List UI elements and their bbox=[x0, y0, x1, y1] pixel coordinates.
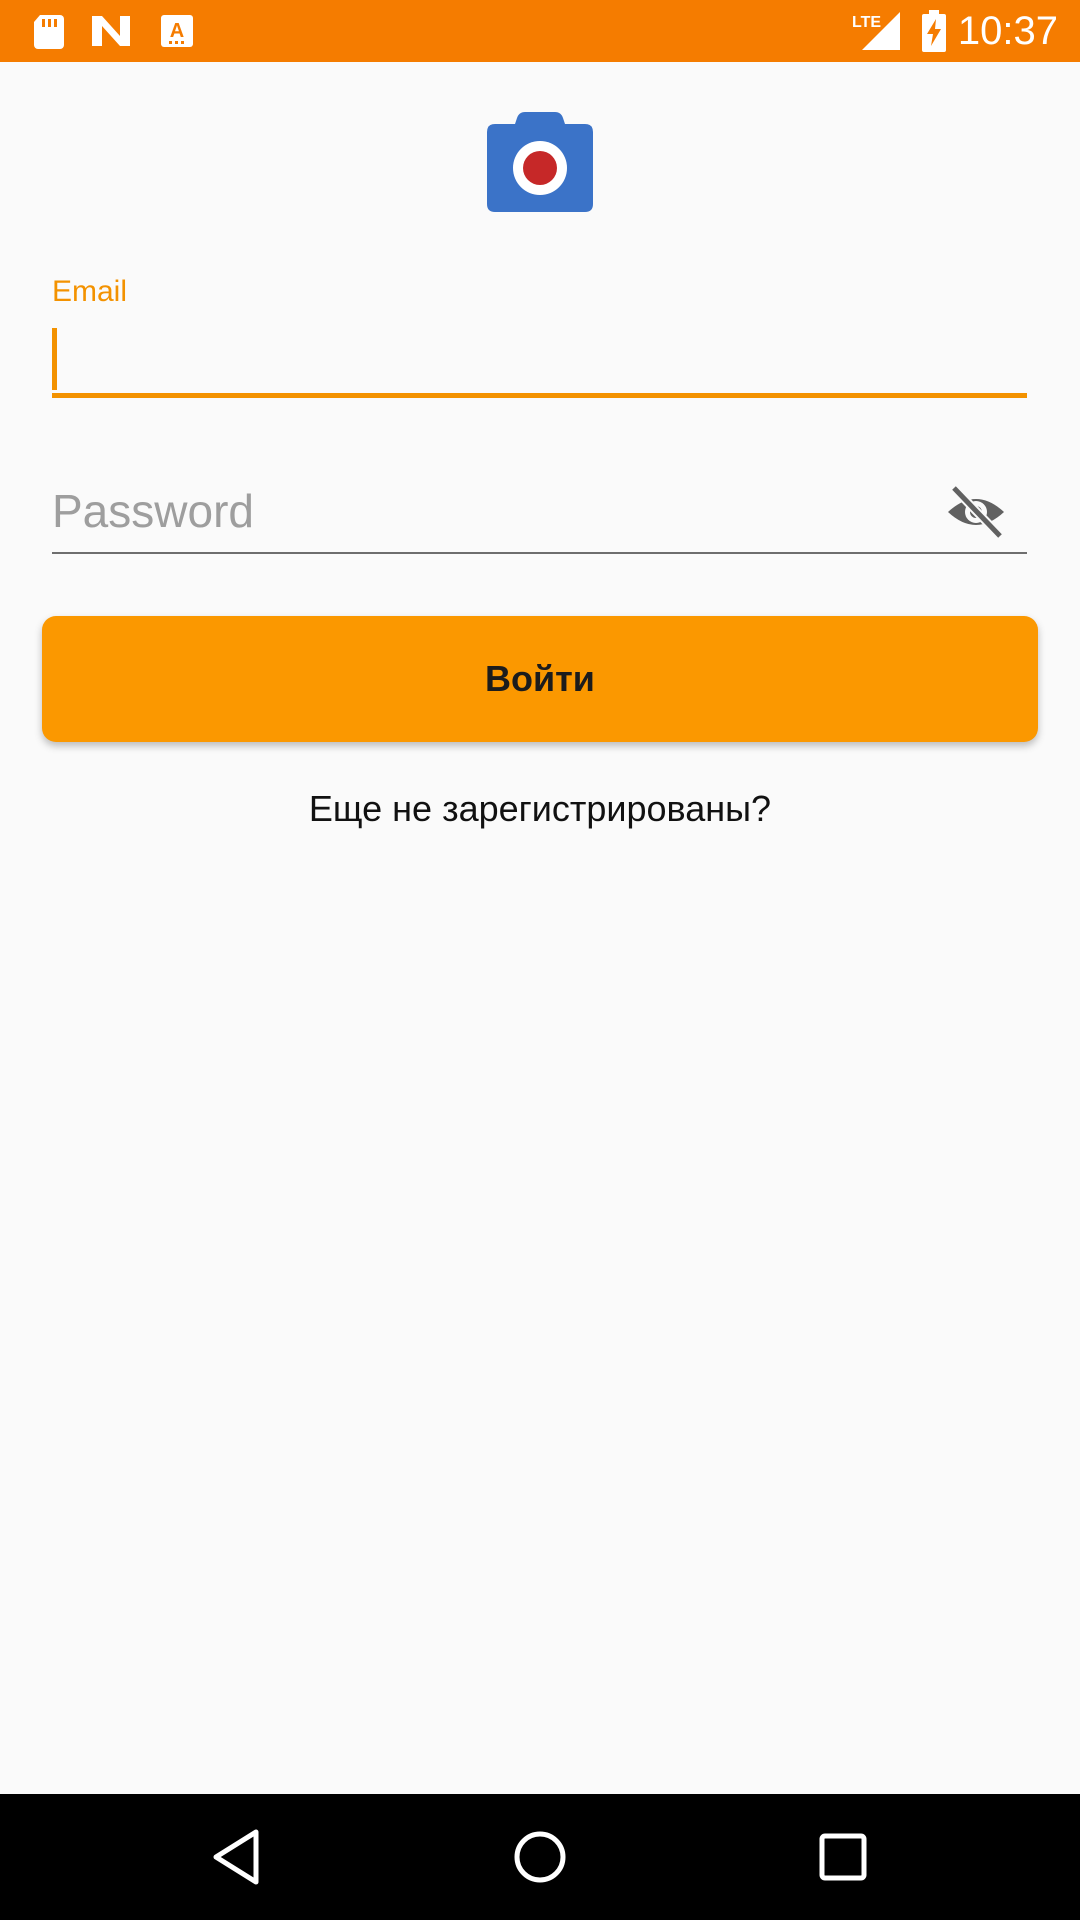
home-icon[interactable] bbox=[503, 1820, 577, 1894]
navigation-bar bbox=[0, 1794, 1080, 1920]
login-button[interactable]: Войти bbox=[42, 616, 1038, 742]
password-field[interactable] bbox=[52, 470, 1027, 554]
text-cursor bbox=[52, 328, 57, 390]
battery-charging-icon bbox=[920, 10, 948, 52]
email-field[interactable] bbox=[52, 322, 1027, 398]
sd-card-icon bbox=[30, 12, 68, 50]
lte-signal-icon: LTE bbox=[850, 10, 902, 52]
keyboard-a-icon: A bbox=[158, 12, 196, 50]
status-time: 10:37 bbox=[957, 9, 1058, 53]
login-screen: A LTE 10:37 Email Войти Еще не зарегистр… bbox=[0, 0, 1080, 1920]
register-link[interactable]: Еще не зарегистрированы? bbox=[0, 784, 1080, 834]
recents-icon[interactable] bbox=[806, 1820, 880, 1894]
status-bar: A LTE 10:37 bbox=[0, 0, 1080, 62]
email-label: Email bbox=[52, 275, 128, 308]
camera-icon bbox=[487, 112, 593, 212]
eye-off-icon[interactable] bbox=[944, 480, 1008, 544]
svg-text:LTE: LTE bbox=[852, 14, 881, 31]
svg-text:A: A bbox=[170, 20, 184, 42]
n-logo-icon bbox=[90, 12, 132, 50]
back-icon[interactable] bbox=[200, 1820, 274, 1894]
